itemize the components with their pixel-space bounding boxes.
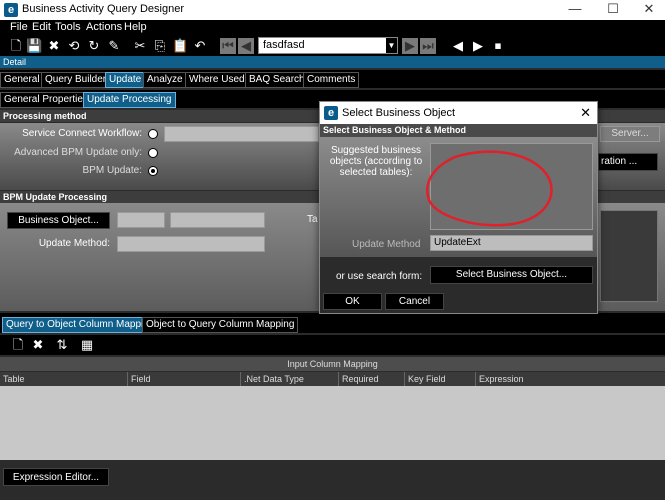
forward-icon[interactable]: ▶ — [470, 38, 486, 54]
paste-icon[interactable]: 📋 — [172, 38, 188, 54]
prev-record-icon[interactable]: ◀ — [238, 38, 254, 54]
expression-editor-button[interactable]: Expression Editor... — [3, 468, 109, 486]
business-object-button[interactable]: Business Object... — [7, 212, 110, 229]
business-object-field[interactable] — [117, 212, 165, 228]
undo-icon[interactable]: ⟲ — [66, 38, 82, 54]
update-method-field[interactable] — [117, 236, 265, 252]
maximize-icon[interactable]: ☐ — [595, 0, 631, 20]
tab-general-properties[interactable]: General Properties — [0, 92, 92, 108]
app-logo-icon: e — [4, 3, 18, 17]
dialog-close-icon[interactable]: ✕ — [580, 105, 591, 121]
tab-update-processing[interactable]: Update Processing — [83, 92, 176, 108]
mapping-toolbar: 🗋 ✖ ⇅ ▦ — [0, 335, 665, 355]
advanced-bpm-radio[interactable] — [148, 148, 158, 158]
menu-actions[interactable]: Actions — [86, 21, 122, 33]
service-connect-radio[interactable] — [148, 129, 158, 139]
query-id-combo[interactable]: fasdfasd — [258, 37, 398, 54]
stop-icon[interactable]: ⏹ — [490, 38, 506, 54]
grid-title: Input Column Mapping — [0, 357, 665, 371]
refresh-icon[interactable]: ↻ — [86, 38, 102, 54]
dialog-section-header: Select Business Object & Method — [320, 124, 597, 137]
chevron-down-icon[interactable]: ▼ — [386, 38, 397, 53]
select-business-object-button[interactable]: Select Business Object... — [430, 266, 593, 284]
menu-help[interactable]: Help — [124, 21, 147, 33]
cancel-button[interactable]: Cancel — [385, 293, 444, 310]
menu-bar: File Edit Tools Actions Help — [0, 20, 665, 36]
update-method-label: Update Method: — [38, 238, 110, 249]
tab-general[interactable]: General — [0, 72, 44, 88]
business-object-desc-field[interactable] — [170, 212, 265, 228]
window-title-bar: e Business Activity Query Designer — ☐ ✕ — [0, 0, 665, 20]
grid-icon[interactable]: ▦ — [79, 337, 95, 353]
window-title: Business Activity Query Designer — [22, 3, 185, 15]
search-form-label: or use search form: — [336, 271, 423, 282]
tab-baq-search[interactable]: BAQ Search — [245, 72, 309, 88]
ok-button[interactable]: OK — [323, 293, 382, 310]
col-field[interactable]: Field — [128, 372, 241, 386]
dialog-update-method-field[interactable]: UpdateExt — [430, 235, 593, 251]
dialog-logo-icon: e — [324, 106, 338, 120]
menu-file[interactable]: File — [10, 21, 28, 33]
dialog-title: Select Business Object — [342, 107, 456, 119]
advanced-bpm-label: Advanced BPM Update only: — [14, 147, 142, 158]
tab-query-to-object-mapping[interactable]: Query to Object Column Mapping — [2, 317, 159, 333]
server-button[interactable]: Server... — [600, 126, 660, 142]
save-icon[interactable]: 💾 — [26, 38, 42, 54]
bpm-update-radio[interactable] — [148, 166, 158, 176]
menu-tools[interactable]: Tools — [55, 21, 81, 33]
new-icon[interactable]: 🗋 — [8, 38, 24, 54]
col-table[interactable]: Table — [0, 372, 128, 386]
close-icon[interactable]: ✕ — [631, 0, 665, 20]
cut-icon[interactable]: ✂ — [132, 38, 148, 54]
delete-row-icon[interactable]: ✖ — [30, 337, 46, 353]
col-expression[interactable]: Expression — [476, 372, 665, 386]
tab-object-to-query-mapping[interactable]: Object to Query Column Mapping — [142, 317, 299, 333]
sort-icon[interactable]: ⇅ — [54, 337, 70, 353]
delete-icon[interactable]: ✖ — [46, 38, 62, 54]
menu-edit[interactable]: Edit — [32, 21, 51, 33]
tab-comments[interactable]: Comments — [303, 72, 360, 88]
bpm-update-label: BPM Update: — [82, 165, 142, 176]
dialog-title-bar: e Select Business Object ✕ — [320, 102, 597, 124]
next-record-icon[interactable]: ▶ — [402, 38, 418, 54]
col-required[interactable]: Required — [339, 372, 405, 386]
configuration-button[interactable]: ration ... — [598, 153, 658, 171]
new-row-icon[interactable]: 🗋 — [10, 337, 26, 353]
service-connect-label: Service Connect Workflow: — [22, 128, 142, 139]
tab-where-used[interactable]: Where Used — [185, 72, 249, 88]
mapping-grid-body[interactable] — [0, 386, 665, 460]
service-connect-field[interactable] — [164, 126, 319, 142]
clear-icon[interactable]: ✎ — [106, 38, 122, 54]
red-annotation-circle — [426, 150, 553, 227]
back-icon[interactable]: ◀ — [450, 38, 466, 54]
tab-analyze[interactable]: Analyze — [143, 72, 187, 88]
tab-query-builder[interactable]: Query Builder — [41, 72, 111, 88]
detail-label: Detail — [0, 56, 665, 68]
table-label-partial: Ta — [307, 214, 318, 225]
undo-arrow-icon[interactable]: ↶ — [192, 38, 208, 54]
table-list-box[interactable] — [600, 210, 658, 302]
tab-update[interactable]: Update — [105, 72, 146, 88]
first-record-icon[interactable]: ⏮ — [220, 38, 236, 54]
minimize-icon[interactable]: — — [557, 0, 593, 20]
col-key-field[interactable]: Key Field — [405, 372, 476, 386]
suggested-objects-label: Suggested business objects (according to… — [329, 145, 423, 178]
dialog-update-method-label: Update Method — [352, 239, 421, 250]
col-net-data-type[interactable]: .Net Data Type — [241, 372, 339, 386]
copy-icon[interactable]: ⎘ — [152, 38, 168, 54]
last-record-icon[interactable]: ⏭ — [420, 38, 436, 54]
